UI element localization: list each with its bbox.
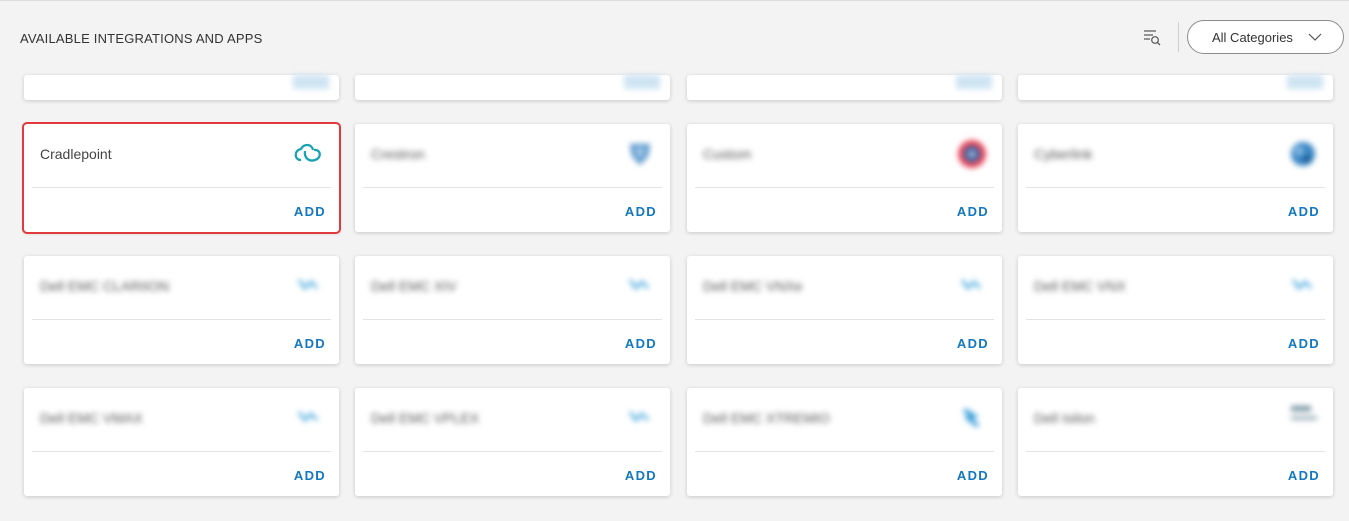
dell-emc-logo-icon: [628, 411, 650, 423]
integration-card[interactable]: Dell EMC XTREMIO ADD: [687, 388, 1002, 496]
card-divider: [32, 319, 331, 320]
dell-emc-logo-icon: [962, 408, 980, 428]
integration-card-partial: [687, 75, 1002, 100]
integration-card[interactable]: Dell EMC CLARIION ADD: [24, 256, 339, 364]
card-divider: [1026, 319, 1325, 320]
integration-card[interactable]: Dell Isilon ADD: [1018, 388, 1333, 496]
integration-card-cradlepoint[interactable]: Cradlepoint ADD: [22, 122, 341, 234]
globe-logo-icon: [1291, 142, 1315, 166]
cradlepoint-logo-icon: [294, 143, 321, 162]
category-select-label: All Categories: [1212, 30, 1293, 45]
add-button[interactable]: ADD: [1288, 336, 1320, 351]
card-name: Dell EMC CLARIION: [40, 278, 170, 294]
integration-card[interactable]: Dell EMC VNX ADD: [1018, 256, 1333, 364]
add-button[interactable]: ADD: [625, 468, 657, 483]
search-filter-icon[interactable]: [1143, 28, 1161, 46]
integration-card[interactable]: Cyberlink ADD: [1018, 124, 1333, 232]
card-divider: [695, 451, 994, 452]
integration-card[interactable]: Crestron ADD: [355, 124, 670, 232]
integration-card[interactable]: Dell EMC VPLEX ADD: [355, 388, 670, 496]
integration-card[interactable]: Dell EMC VNXe ADD: [687, 256, 1002, 364]
add-button[interactable]: ADD: [1288, 468, 1320, 483]
card-divider: [1026, 187, 1325, 188]
card-divider: [32, 187, 331, 188]
card-divider: [363, 187, 662, 188]
page-header: AVAILABLE INTEGRATIONS AND APPS All Cate…: [0, 1, 1349, 75]
round-red-logo-icon: [958, 140, 986, 168]
add-button[interactable]: ADD: [1288, 204, 1320, 219]
card-name: Dell EMC VNXe: [703, 278, 803, 294]
dell-emc-logo-icon: [960, 279, 982, 291]
integration-card-partial: [24, 75, 339, 100]
add-button[interactable]: ADD: [294, 204, 326, 219]
header-divider: [1178, 22, 1179, 52]
chevron-down-icon: [1308, 33, 1322, 41]
card-name: Dell EMC XIV: [371, 278, 457, 294]
integration-card-partial: [355, 75, 670, 100]
card-divider: [695, 319, 994, 320]
card-name: Custom: [703, 146, 752, 162]
card-name: Dell EMC VNX: [1034, 278, 1126, 294]
add-button[interactable]: ADD: [625, 204, 657, 219]
dell-emc-logo-icon: [297, 411, 319, 423]
card-divider: [1026, 451, 1325, 452]
add-button[interactable]: ADD: [957, 336, 989, 351]
add-button[interactable]: ADD: [294, 336, 326, 351]
shield-logo-icon: [630, 144, 650, 165]
dell-emc-logo-icon: [628, 279, 650, 291]
card-divider: [32, 451, 331, 452]
dell-emc-logo-icon: [1291, 279, 1313, 291]
card-divider: [695, 187, 994, 188]
dell-emc-logo-icon: [297, 279, 319, 291]
card-name: Dell Isilon: [1034, 410, 1095, 426]
integration-card[interactable]: Custom ADD: [687, 124, 1002, 232]
card-name: Cradlepoint: [40, 146, 112, 162]
integration-card[interactable]: Dell EMC XIV ADD: [355, 256, 670, 364]
add-button[interactable]: ADD: [625, 336, 657, 351]
add-button[interactable]: ADD: [957, 468, 989, 483]
category-select[interactable]: All Categories: [1187, 20, 1344, 54]
card-name: Dell EMC VMAX: [40, 410, 143, 426]
add-button[interactable]: ADD: [294, 468, 326, 483]
card-name: Cyberlink: [1034, 146, 1093, 162]
card-name: Dell EMC XTREMIO: [703, 410, 830, 426]
integration-card-partial: [1018, 75, 1333, 100]
card-divider: [363, 319, 662, 320]
blurred-logo-icon: [624, 75, 660, 89]
card-name: Dell EMC VPLEX: [371, 410, 480, 426]
add-button[interactable]: ADD: [957, 204, 989, 219]
blurred-logo-icon: [956, 75, 992, 89]
card-name: Crestron: [371, 146, 425, 162]
dell-text-logo-icon: [1291, 406, 1317, 420]
card-divider: [363, 451, 662, 452]
blurred-logo-icon: [1287, 75, 1323, 89]
integration-card[interactable]: Dell EMC VMAX ADD: [24, 388, 339, 496]
page-title: AVAILABLE INTEGRATIONS AND APPS: [20, 31, 263, 46]
blurred-logo-icon: [293, 75, 329, 89]
